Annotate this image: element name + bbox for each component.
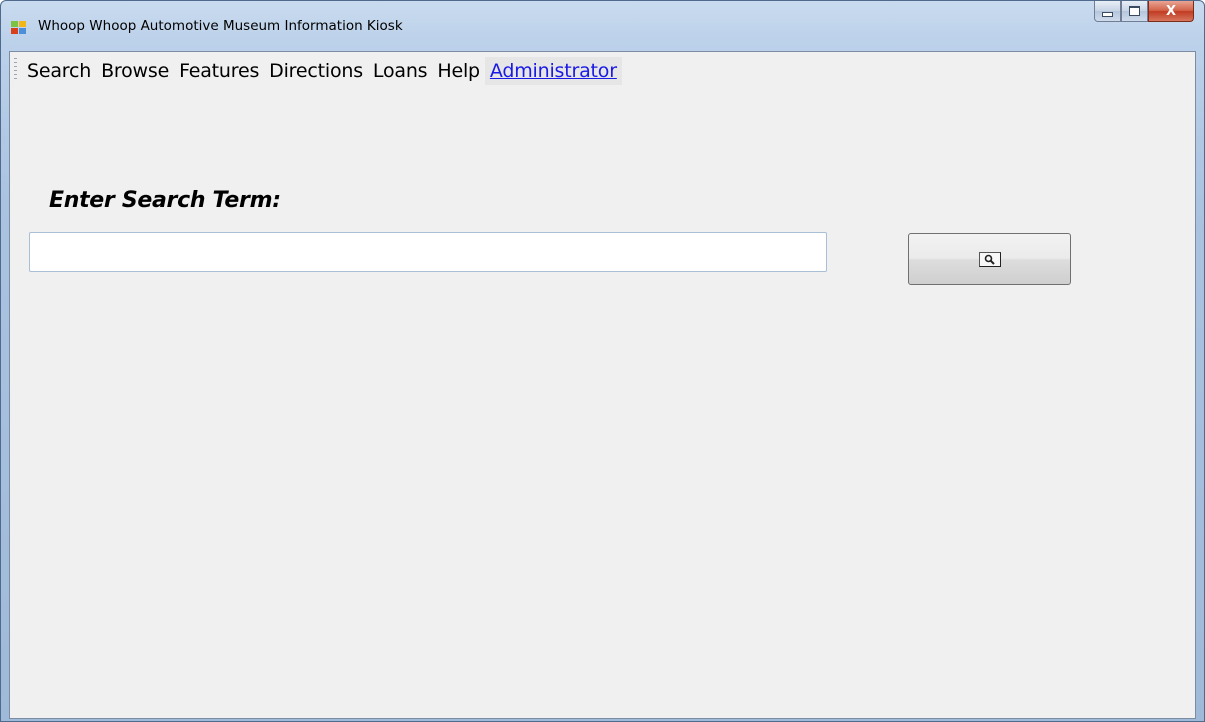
app-icon <box>11 21 27 35</box>
search-button[interactable] <box>908 233 1071 285</box>
menu-item-directions[interactable]: Directions <box>264 57 368 85</box>
minimize-button[interactable] <box>1094 1 1121 22</box>
minimize-icon <box>1102 11 1113 17</box>
close-button[interactable]: X <box>1148 1 1194 22</box>
window-title: Whoop Whoop Automotive Museum Informatio… <box>38 18 403 34</box>
maximize-icon <box>1129 6 1140 16</box>
search-input[interactable] <box>29 232 827 272</box>
menu-item-browse[interactable]: Browse <box>96 57 174 85</box>
menu-item-administrator[interactable]: Administrator <box>484 57 622 85</box>
menu-bar: Search Browse Features Directions Loans … <box>10 52 1195 94</box>
menu-item-search[interactable]: Search <box>22 57 96 85</box>
search-label: Enter Search Term: <box>49 188 281 213</box>
caption-buttons: X <box>1094 1 1194 23</box>
menu-item-features[interactable]: Features <box>174 57 264 85</box>
menu-grip[interactable] <box>14 58 17 80</box>
close-icon: X <box>1165 3 1177 19</box>
app-window: Whoop Whoop Automotive Museum Informatio… <box>0 0 1205 722</box>
menu-item-help[interactable]: Help <box>432 57 485 85</box>
menu-item-loans[interactable]: Loans <box>368 57 432 85</box>
title-bar[interactable]: Whoop Whoop Automotive Museum Informatio… <box>1 1 1204 49</box>
maximize-button[interactable] <box>1121 1 1148 22</box>
client-area: Search Browse Features Directions Loans … <box>9 51 1196 719</box>
search-icon <box>978 251 1001 267</box>
